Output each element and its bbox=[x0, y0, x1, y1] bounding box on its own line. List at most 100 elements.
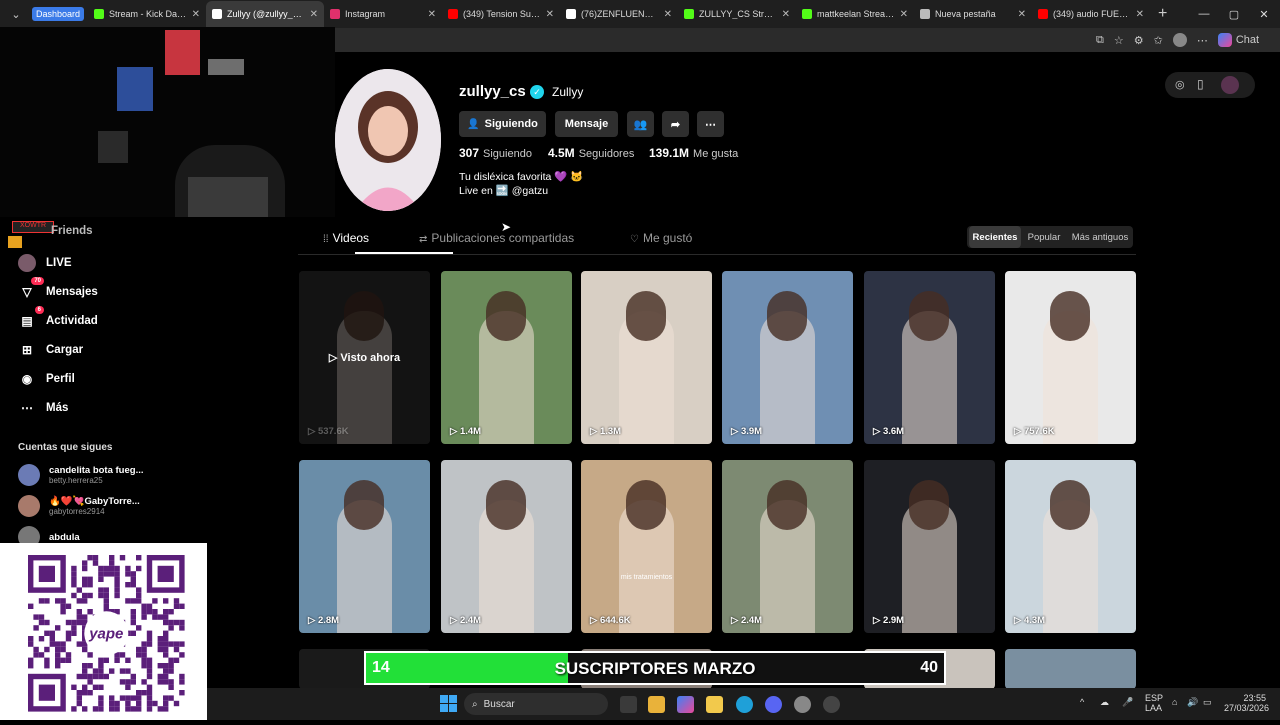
following-button[interactable]: 👤 Siguiendo bbox=[459, 111, 546, 137]
video-card[interactable]: ▷ 1.3M bbox=[581, 271, 712, 444]
suggest-account-button[interactable]: 👥 bbox=[627, 111, 654, 137]
video-card-partial[interactable] bbox=[1005, 649, 1136, 689]
tab-videos[interactable]: ⁞⁞ Videos bbox=[323, 231, 369, 245]
browser-tab[interactable]: (349) Tension Suspense ✕ bbox=[442, 1, 560, 27]
sidebar-item-more[interactable]: ⋯ Más bbox=[18, 397, 68, 419]
sidebar-item-profile[interactable]: ◉ Perfil bbox=[18, 368, 75, 390]
browser-tab[interactable]: (76)ZENFLUENCER (@ ✕ bbox=[560, 1, 678, 27]
browser-tab[interactable]: mattkeelan Stream - Kick ✕ bbox=[796, 1, 914, 27]
stat-following[interactable]: 307 Siguiendo bbox=[459, 146, 532, 160]
new-tab-button[interactable]: + bbox=[1158, 5, 1167, 23]
sidebar-item-live[interactable]: LIVE bbox=[18, 252, 72, 274]
extensions-icon[interactable]: ⚙ bbox=[1134, 34, 1144, 47]
store-icon[interactable] bbox=[648, 696, 665, 713]
browser-tab[interactable]: Stream - Kick Dashboard ✕ bbox=[88, 1, 206, 27]
edge-browser-icon[interactable] bbox=[736, 696, 753, 713]
close-tab-icon[interactable]: ✕ bbox=[900, 9, 908, 20]
video-view-count: ▷ 2.4M bbox=[731, 615, 762, 626]
sidebar-item-upload[interactable]: ⊞ Cargar bbox=[18, 339, 83, 361]
more-options-button[interactable]: ⋯ bbox=[697, 111, 724, 137]
tiktok-icon bbox=[212, 9, 223, 19]
message-button[interactable]: Mensaje bbox=[555, 111, 618, 137]
favorites-icon[interactable]: ✩ bbox=[1154, 34, 1163, 47]
profile-avatar[interactable] bbox=[335, 69, 441, 211]
following-account-name: abdula bbox=[49, 531, 80, 543]
tray-cloud-icon[interactable]: ☁ bbox=[1100, 697, 1109, 708]
bookmark-star-icon[interactable]: ☆ bbox=[1114, 34, 1124, 47]
yape-logo-text: yape bbox=[88, 625, 123, 642]
taskbar-search[interactable]: ⌕ Buscar bbox=[464, 693, 608, 715]
start-button[interactable] bbox=[440, 695, 457, 712]
clock[interactable]: 23:55 27/03/2026 bbox=[1224, 693, 1269, 713]
video-thumbnail-head bbox=[626, 291, 666, 341]
close-tab-icon[interactable]: ✕ bbox=[192, 9, 200, 20]
video-card[interactable]: ▷ Visto ahora ▷ 537.6K bbox=[299, 271, 430, 444]
copilot-icon[interactable] bbox=[1217, 33, 1232, 47]
close-tab-icon[interactable]: ✕ bbox=[546, 9, 554, 20]
tray-chevron-icon[interactable]: ^ bbox=[1080, 697, 1084, 707]
browser-tab[interactable]: Nueva pestaña ✕ bbox=[914, 1, 1032, 27]
video-card[interactable]: ▷ 757.6K bbox=[1005, 271, 1136, 444]
obs-icon[interactable] bbox=[823, 696, 840, 713]
tab-reposts[interactable]: ⇄ Publicaciones compartidas bbox=[419, 231, 574, 245]
video-card[interactable]: ▷ 2.4M bbox=[722, 460, 853, 633]
sidebar-item-messages[interactable]: ▽ 70 Mensajes bbox=[18, 277, 98, 303]
avatar bbox=[18, 464, 40, 486]
view-count-value: 757.6K bbox=[1023, 426, 1055, 437]
tray-mic-icon[interactable]: 🎤 bbox=[1122, 697, 1133, 708]
tray-volume-icon[interactable]: 🔊 bbox=[1187, 697, 1198, 708]
discord-icon[interactable] bbox=[765, 696, 782, 713]
following-account[interactable]: candelita bota fueg... betty.herrera25 bbox=[18, 464, 144, 486]
kick-icon bbox=[802, 9, 813, 19]
task-view-icon[interactable] bbox=[620, 696, 637, 713]
video-card[interactable]: ▷ 2.8M bbox=[299, 460, 430, 633]
sidebar-friends-label[interactable]: Friends bbox=[51, 225, 93, 237]
sidebar-item-activity[interactable]: ▤ 6 Actividad bbox=[18, 306, 98, 332]
sort-popular-button[interactable]: Popular bbox=[1023, 226, 1065, 248]
browser-tab[interactable]: (349) audio FUEGO, FUEGO ✕ bbox=[1032, 1, 1150, 27]
close-tab-icon[interactable]: ✕ bbox=[1136, 9, 1144, 20]
sort-oldest-button[interactable]: Más antiguos bbox=[1067, 226, 1133, 248]
tab-search-icon[interactable]: ⌄ bbox=[4, 4, 28, 24]
bio-line-2[interactable]: Live en 🔜 @gatzu bbox=[459, 184, 548, 197]
share-button[interactable]: ➦ bbox=[662, 111, 689, 137]
close-tab-icon[interactable]: ✕ bbox=[664, 9, 672, 20]
close-tab-icon[interactable]: ✕ bbox=[1018, 9, 1026, 20]
tray-network-icon[interactable]: ⌂ bbox=[1172, 697, 1177, 707]
video-card[interactable]: ▷ 3.6M bbox=[864, 271, 995, 444]
language-indicator[interactable]: ESP LAA bbox=[1145, 693, 1163, 713]
tray-battery-icon[interactable]: ▭ bbox=[1203, 697, 1212, 708]
video-card[interactable]: mis tratamientos ▷ 644.6K bbox=[581, 460, 712, 633]
app-icon[interactable] bbox=[794, 696, 811, 713]
close-window-button[interactable]: ✕ bbox=[1244, 0, 1280, 28]
close-tab-icon[interactable]: ✕ bbox=[782, 9, 790, 20]
file-explorer-icon[interactable] bbox=[706, 696, 723, 713]
close-tab-icon[interactable]: ✕ bbox=[428, 9, 436, 20]
browser-tab[interactable]: Instagram ✕ bbox=[324, 1, 442, 27]
add-person-icon: 👥 bbox=[633, 118, 648, 131]
video-card[interactable]: ▷ 2.4M bbox=[441, 460, 572, 633]
tab-group-dashboard[interactable]: Dashboard bbox=[32, 7, 85, 21]
install-icon[interactable]: ⧉ bbox=[1096, 34, 1104, 47]
browser-tab-label: Instagram bbox=[345, 9, 386, 19]
profile-avatar-icon[interactable] bbox=[1172, 33, 1187, 47]
copilot-taskbar-icon[interactable] bbox=[677, 696, 694, 713]
close-tab-icon[interactable]: ✕ bbox=[310, 9, 318, 20]
following-account[interactable]: 🔥❤️💘GabyTorre... gabytorres2914 bbox=[18, 495, 140, 517]
menu-dots-icon[interactable]: ⋯ bbox=[1197, 34, 1208, 47]
video-view-count: ▷ 757.6K bbox=[1014, 426, 1055, 437]
kick-icon bbox=[94, 9, 105, 19]
device-icon[interactable]: ▯ bbox=[1197, 77, 1204, 91]
coin-icon[interactable]: ◎ bbox=[1175, 78, 1185, 91]
browser-tab[interactable]: ZULLYY_CS Stream - Kick ✕ bbox=[678, 1, 796, 27]
browser-tab[interactable]: Zullyy (@zullyy_cs) | TikTok ✕ bbox=[206, 1, 325, 27]
video-card[interactable]: ▷ 1.4M bbox=[441, 271, 572, 444]
video-card[interactable]: ▷ 3.9M bbox=[722, 271, 853, 444]
video-card[interactable]: ▷ 2.9M bbox=[864, 460, 995, 633]
user-avatar-icon[interactable] bbox=[1221, 76, 1239, 94]
tab-liked[interactable]: ♡ Me gustó bbox=[630, 231, 692, 245]
chat-label[interactable]: Chat bbox=[1236, 34, 1259, 46]
stat-followers[interactable]: 4.5M Seguidores bbox=[548, 146, 634, 160]
sort-recent-button[interactable]: Recientes bbox=[969, 226, 1021, 248]
video-card[interactable]: ▷ 4.3M bbox=[1005, 460, 1136, 633]
